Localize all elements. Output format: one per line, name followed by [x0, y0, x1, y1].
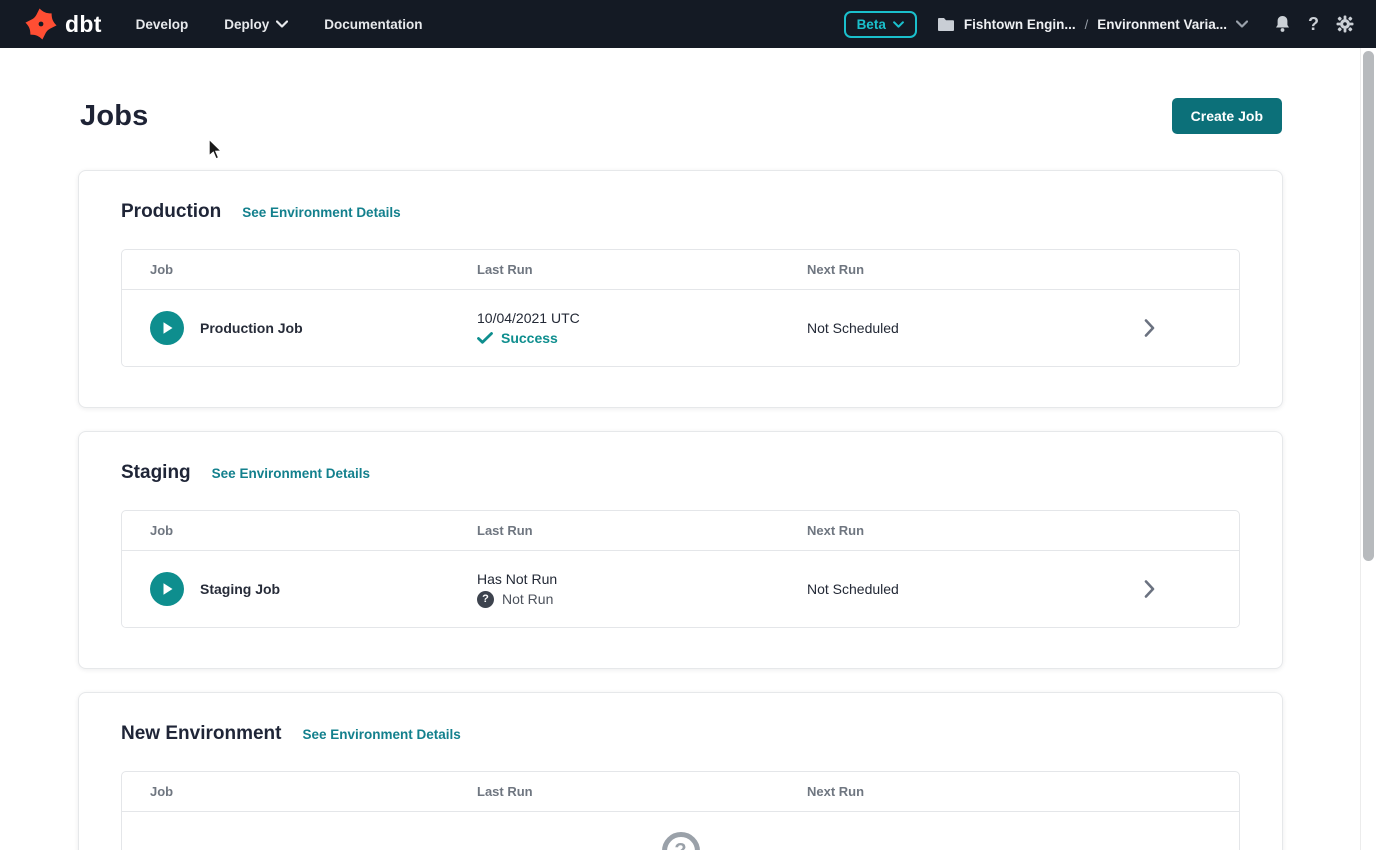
jobs-table-header: Job Last Run Next Run [122, 511, 1239, 551]
scrollbar-thumb[interactable] [1363, 51, 1374, 561]
question-circle-icon: ? [477, 591, 494, 608]
status-label: Not Run [502, 591, 553, 607]
beta-dropdown-button[interactable]: Beta [844, 11, 917, 38]
breadcrumb-page[interactable]: Environment Varia... [1097, 17, 1227, 32]
run-job-button[interactable] [150, 311, 184, 345]
environment-card-production: Production See Environment Details Job L… [78, 170, 1283, 408]
breadcrumb-separator: / [1085, 17, 1089, 32]
column-header-job: Job [122, 262, 477, 277]
chevron-down-icon [893, 21, 904, 28]
empty-jobs-state: ? [122, 812, 1239, 850]
vertical-scrollbar [1360, 48, 1376, 850]
environment-title: New Environment [121, 723, 281, 745]
column-header-last-run: Last Run [477, 784, 807, 799]
job-status: Success [477, 330, 807, 346]
last-run-cell: Has Not Run ? Not Run [477, 571, 807, 608]
next-run-cell: Not Scheduled [807, 320, 1144, 336]
see-environment-details-link[interactable]: See Environment Details [242, 205, 400, 220]
chevron-down-icon [276, 20, 288, 28]
nav-item-documentation-label: Documentation [324, 17, 422, 32]
environment-header: Production See Environment Details [121, 201, 1240, 223]
jobs-table-header: Job Last Run Next Run [122, 772, 1239, 812]
breadcrumb-project[interactable]: Fishtown Engin... [964, 17, 1076, 32]
row-chevron-cell [1144, 580, 1240, 598]
job-name: Staging Job [200, 581, 280, 597]
chevron-down-icon[interactable] [1236, 20, 1248, 28]
column-header-next-run: Next Run [807, 784, 1144, 799]
see-environment-details-link[interactable]: See Environment Details [212, 466, 370, 481]
job-status: ? Not Run [477, 591, 807, 608]
dbt-logo[interactable]: dbt [24, 7, 102, 41]
chevron-right-icon[interactable] [1144, 580, 1155, 598]
nav-links: Develop Deploy Documentation [136, 17, 423, 32]
page-title: Jobs [80, 100, 149, 133]
environment-header: New Environment See Environment Details [121, 723, 1240, 745]
environment-header: Staging See Environment Details [121, 462, 1240, 484]
environment-title: Staging [121, 462, 191, 484]
dbt-logo-icon [24, 7, 58, 41]
nav-item-documentation[interactable]: Documentation [324, 17, 422, 32]
next-run-cell: Not Scheduled [807, 581, 1144, 597]
gear-icon[interactable] [1336, 15, 1354, 33]
play-icon [161, 582, 174, 596]
last-run-date: 10/04/2021 UTC [477, 310, 807, 326]
row-chevron-cell [1144, 319, 1240, 337]
nav-item-deploy-label: Deploy [224, 17, 269, 32]
jobs-table: Job Last Run Next Run Production Job 10/… [121, 249, 1240, 367]
nav-right: Beta Fishtown Engin... / Environment Var… [844, 11, 1354, 38]
nav-item-develop-label: Develop [136, 17, 189, 32]
jobs-table: Job Last Run Next Run ? [121, 771, 1240, 850]
nav-icon-cluster: ? [1274, 15, 1354, 33]
job-row-production[interactable]: Production Job 10/04/2021 UTC Success No… [122, 290, 1239, 366]
job-name: Production Job [200, 320, 303, 336]
job-row-staging[interactable]: Staging Job Has Not Run ? Not Run Not Sc… [122, 551, 1239, 627]
top-nav: dbt Develop Deploy Documentation Beta Fi… [0, 0, 1376, 48]
breadcrumb: Fishtown Engin... / Environment Varia... [937, 17, 1248, 32]
question-circle-icon: ? [662, 832, 700, 850]
nav-item-deploy[interactable]: Deploy [224, 17, 288, 32]
folder-icon [937, 17, 955, 32]
bell-icon[interactable] [1274, 15, 1291, 33]
environment-card-staging: Staging See Environment Details Job Last… [78, 431, 1283, 669]
jobs-table: Job Last Run Next Run Staging Job Has No… [121, 510, 1240, 628]
column-header-job: Job [122, 523, 477, 538]
dbt-logo-text: dbt [65, 11, 102, 38]
run-job-button[interactable] [150, 572, 184, 606]
status-label: Success [501, 330, 558, 346]
column-header-next-run: Next Run [807, 262, 1144, 277]
chevron-right-icon[interactable] [1144, 319, 1155, 337]
column-header-last-run: Last Run [477, 262, 807, 277]
beta-label: Beta [857, 17, 886, 32]
column-header-next-run: Next Run [807, 523, 1144, 538]
create-job-button[interactable]: Create Job [1172, 98, 1282, 134]
column-header-job: Job [122, 784, 477, 799]
see-environment-details-link[interactable]: See Environment Details [302, 727, 460, 742]
environment-title: Production [121, 201, 221, 223]
help-icon[interactable]: ? [1308, 15, 1319, 33]
play-icon [161, 321, 174, 335]
job-cell: Staging Job [122, 572, 477, 606]
column-header-last-run: Last Run [477, 523, 807, 538]
last-run-date: Has Not Run [477, 571, 807, 587]
nav-item-develop[interactable]: Develop [136, 17, 189, 32]
jobs-table-header: Job Last Run Next Run [122, 250, 1239, 290]
last-run-cell: 10/04/2021 UTC Success [477, 310, 807, 346]
mouse-cursor [205, 138, 225, 162]
page-header: Jobs Create Job [80, 98, 1282, 134]
environment-card-new-environment: New Environment See Environment Details … [78, 692, 1283, 850]
check-icon [477, 332, 493, 344]
job-cell: Production Job [122, 311, 477, 345]
